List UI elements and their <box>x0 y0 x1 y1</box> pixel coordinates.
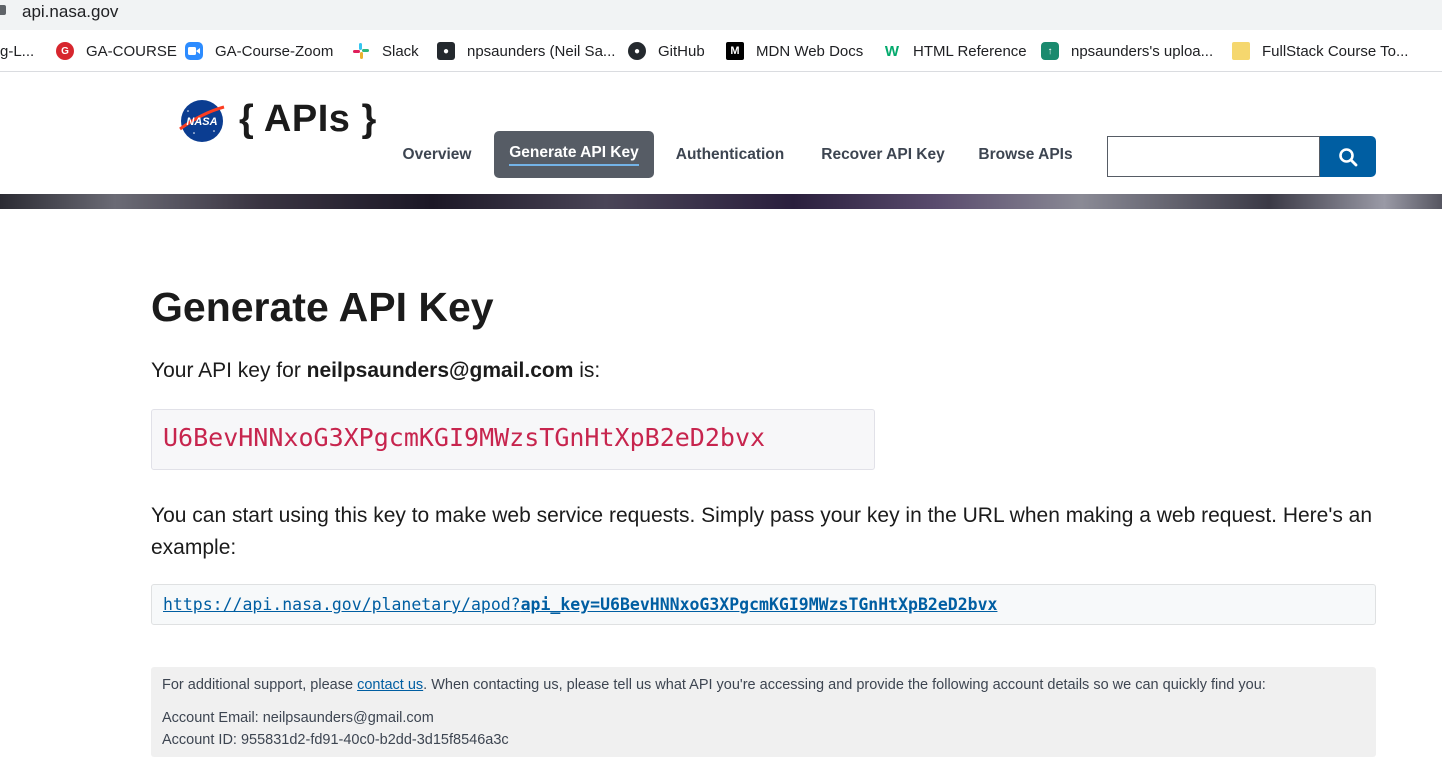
nav-generate-api-key[interactable]: Generate API Key <box>494 131 654 178</box>
bookmark-item[interactable]: ↑ npsaunders's uploa... <box>1041 40 1213 62</box>
bookmark-label: Slack <box>382 42 419 60</box>
nav-overview[interactable]: Overview <box>390 131 484 178</box>
api-key-intro: Your API key for neilpsaunders@gmail.com… <box>151 359 600 383</box>
contact-us-link[interactable]: contact us <box>357 677 423 693</box>
account-id-line: Account ID: 955831d2-fd91-40c0-b2dd-3d15… <box>162 732 509 748</box>
nav-label: Generate API Key <box>509 144 639 166</box>
bookmark-label: GA-Course-Zoom <box>215 42 334 60</box>
bookmark-item[interactable]: Slack <box>352 40 419 62</box>
mdn-icon: M <box>726 42 744 60</box>
example-url-base: https://api.nasa.gov/planetary/apod? <box>163 595 521 614</box>
nav-label: Recover API Key <box>821 145 945 163</box>
bookmark-label: HTML Reference <box>913 42 1027 60</box>
account-email-line: Account Email: neilpsaunders@gmail.com <box>162 710 434 726</box>
address-url[interactable]: api.nasa.gov <box>22 2 118 22</box>
bookmark-label: FullStack Course To... <box>1262 42 1409 60</box>
bookmark-label: g-L... <box>0 42 35 60</box>
search-icon <box>1339 147 1358 166</box>
bookmark-item[interactable]: ● GitHub <box>628 40 705 62</box>
nav-label: Overview <box>402 145 472 163</box>
nav-label: Browse APIs <box>978 145 1073 163</box>
support-suffix: . When contacting us, please tell us wha… <box>423 677 1266 693</box>
github-icon: ● <box>628 42 646 60</box>
bookmark-label: GA-COURSE <box>86 42 177 60</box>
site-brand[interactable]: { APIs } <box>239 98 377 141</box>
api-key-value[interactable]: U6BevHNNxoG3XPgcmKGI9MWzsTGnHtXpB2eD2bvx <box>163 423 765 452</box>
github-icon: ● <box>437 42 455 60</box>
nav-browse-apis[interactable]: Browse APIs <box>970 131 1081 178</box>
bookmark-item[interactable]: g-L... <box>0 40 34 62</box>
page-title: Generate API Key <box>151 284 494 330</box>
zoom-icon <box>185 42 203 60</box>
bookmark-item[interactable]: W HTML Reference <box>883 40 1027 62</box>
nav-authentication[interactable]: Authentication <box>664 131 796 178</box>
address-bar[interactable]: api.nasa.gov <box>0 0 1442 30</box>
api-key-box: U6BevHNNxoG3XPgcmKGI9MWzsTGnHtXpB2eD2bvx <box>151 409 875 470</box>
bookmark-item[interactable]: M MDN Web Docs <box>726 40 863 62</box>
usage-text: You can start using this key to make web… <box>151 504 1373 559</box>
bookmarks-bar: g-L... G GA-COURSE GA-Course-Zoom Slack … <box>0 30 1442 72</box>
example-url-link[interactable]: https://api.nasa.gov/planetary/apod?api_… <box>163 595 997 614</box>
search-button[interactable] <box>1320 136 1376 177</box>
intro-suffix: is: <box>573 359 601 382</box>
site-header: NASA { APIs } Overview Generate API Key … <box>0 73 1442 194</box>
bookmark-item[interactable]: G GA-COURSE <box>56 40 177 62</box>
bookmark-item[interactable]: FullStack Course To... <box>1232 40 1408 62</box>
nav-recover-api-key[interactable]: Recover API Key <box>812 131 954 178</box>
slack-icon <box>352 42 370 60</box>
support-text: For additional support, please contact u… <box>162 677 1266 693</box>
lock-icon <box>0 5 6 15</box>
support-prefix: For additional support, please <box>162 677 358 693</box>
intro-prefix: Your API key for <box>151 359 307 382</box>
space-banner <box>0 194 1442 209</box>
example-url-param: api_key=U6BevHNNxoG3XPgcmKGI9MWzsTGnHtXp… <box>520 595 998 614</box>
bookmark-label: GitHub <box>658 42 705 60</box>
bookmark-label: npsaunders (Neil Sa... <box>467 42 616 60</box>
account-email: neilpsaunders@gmail.com <box>306 359 574 382</box>
svg-text:NASA: NASA <box>186 116 217 128</box>
bookmark-label: MDN Web Docs <box>756 42 864 60</box>
folder-icon <box>1232 42 1250 60</box>
ga-icon: G <box>56 42 74 60</box>
upload-icon: ↑ <box>1041 42 1059 60</box>
support-box: For additional support, please contact u… <box>151 667 1376 757</box>
nav-label: Authentication <box>675 145 785 163</box>
bookmark-item[interactable]: GA-Course-Zoom <box>185 40 333 62</box>
bookmark-item[interactable]: ● npsaunders (Neil Sa... <box>437 40 615 62</box>
nasa-logo-icon[interactable]: NASA <box>178 99 226 143</box>
bookmark-label: npsaunders's uploa... <box>1071 42 1214 60</box>
w3schools-icon: W <box>884 42 900 60</box>
search-input[interactable] <box>1107 136 1320 177</box>
example-url-box: https://api.nasa.gov/planetary/apod?api_… <box>151 584 1376 625</box>
